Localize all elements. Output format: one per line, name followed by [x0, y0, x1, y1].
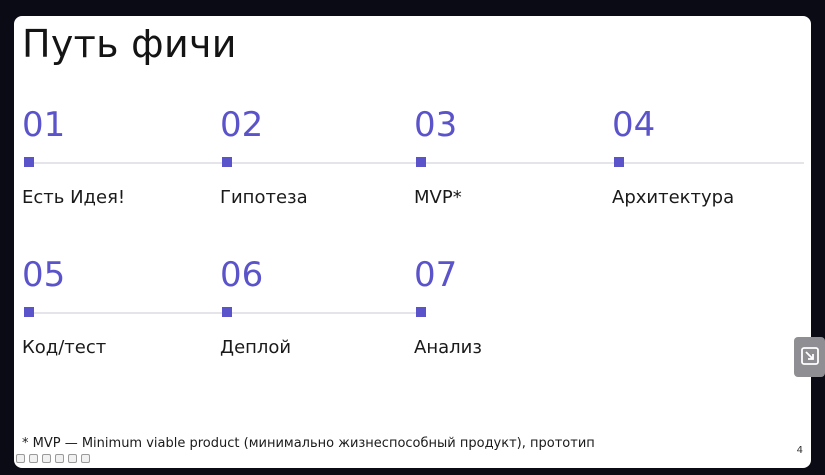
presentation-toolbar — [16, 454, 90, 463]
slides-icon[interactable] — [29, 454, 38, 463]
slide-title: Путь фичи — [22, 22, 237, 66]
step-label: Деплой — [220, 337, 292, 358]
captions-icon[interactable] — [81, 454, 90, 463]
step-label: Код/тест — [22, 337, 107, 358]
zoom-icon[interactable] — [16, 454, 25, 463]
footnote: * MVP — Minimum viable product (минималь… — [22, 436, 595, 451]
step-number: 01 — [22, 105, 66, 145]
step-number: 02 — [220, 105, 264, 145]
timeline-line — [28, 312, 226, 314]
timeline-line — [420, 162, 618, 164]
step-label: Есть Идея! — [22, 187, 126, 208]
step-marker — [24, 307, 34, 317]
timeline-line — [28, 162, 226, 164]
step-marker — [222, 307, 232, 317]
step-marker — [24, 157, 34, 167]
exit-screen-button[interactable] — [794, 337, 825, 377]
timeline-line — [618, 162, 804, 164]
slide: Путь фичи 01 Есть Идея! 02 Гипотеза 03 M… — [14, 16, 811, 468]
step-marker — [416, 307, 426, 317]
page-number: 4 — [796, 445, 803, 456]
pointer-icon[interactable] — [68, 454, 77, 463]
step-label: Гипотеза — [220, 187, 308, 208]
step-label: Архитектура — [612, 187, 735, 208]
step-number: 03 — [414, 105, 458, 145]
step-marker — [222, 157, 232, 167]
step-number: 07 — [414, 255, 458, 295]
step-marker — [614, 157, 624, 167]
step-number: 05 — [22, 255, 66, 295]
timeline-line — [226, 162, 420, 164]
exit-screen-icon — [801, 347, 819, 365]
step-marker — [416, 157, 426, 167]
step-number: 06 — [220, 255, 264, 295]
step-label: Анализ — [414, 337, 482, 358]
step-number: 04 — [612, 105, 656, 145]
timeline-line — [226, 312, 420, 314]
step-label: MVP* — [414, 187, 462, 208]
previous-icon[interactable] — [42, 454, 51, 463]
pen-icon[interactable] — [55, 454, 64, 463]
